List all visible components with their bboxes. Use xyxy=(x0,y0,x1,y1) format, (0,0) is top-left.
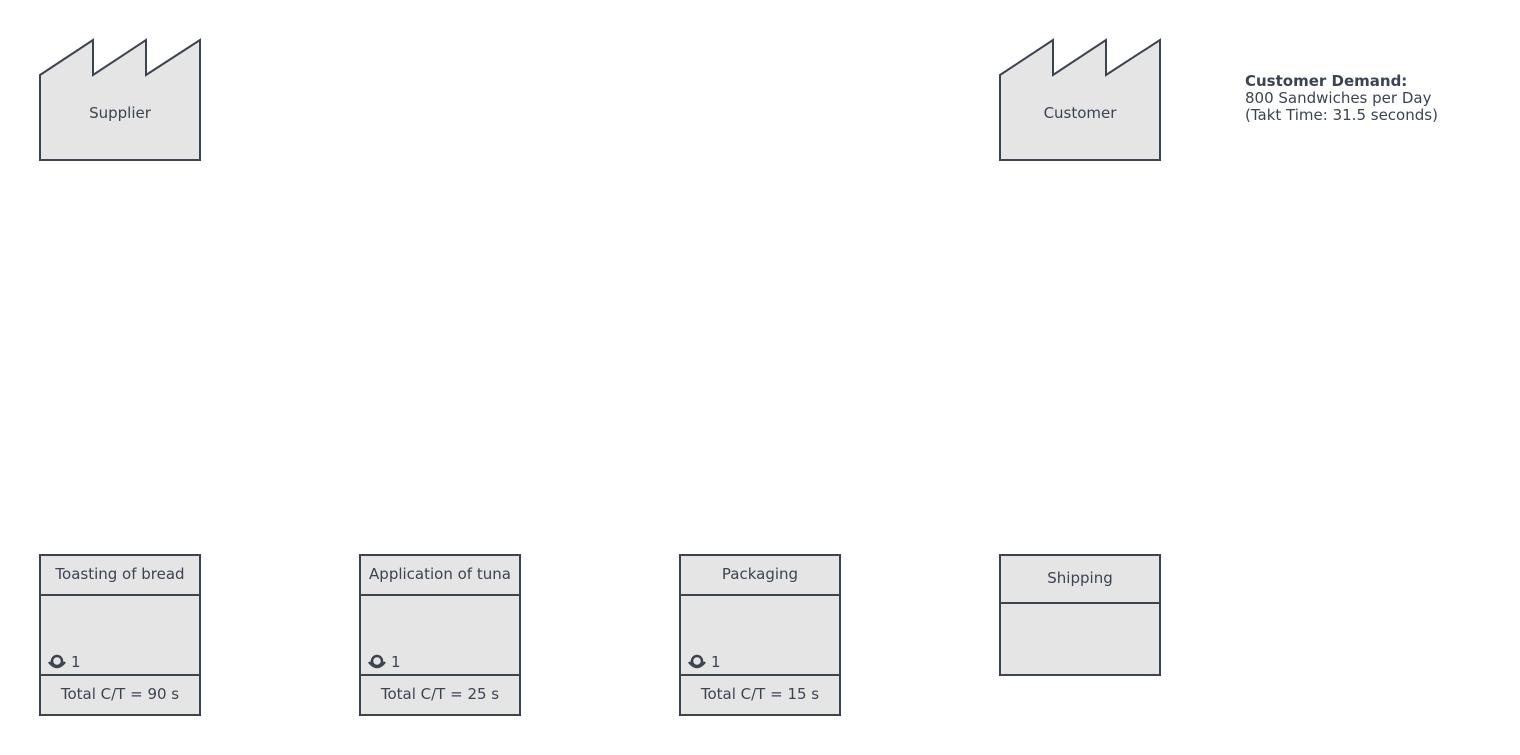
operator-count: 1 xyxy=(367,653,401,671)
operator-count: 1 xyxy=(687,653,721,671)
demand-quantity: 800 Sandwiches per Day xyxy=(1245,89,1432,107)
process-name: Packaging xyxy=(681,556,839,596)
operator-icon xyxy=(368,654,386,669)
factory-icon xyxy=(999,38,1161,161)
factory-icon xyxy=(39,38,201,161)
supplier-label: Supplier xyxy=(89,104,151,122)
customer-factory[interactable]: Customer xyxy=(998,38,1162,162)
operator-icon xyxy=(48,654,66,669)
operator-count: 1 xyxy=(47,653,81,671)
process-box[interactable]: Application of tuna 1 Total C/T = 25 s xyxy=(359,554,521,716)
process-name: Application of tuna xyxy=(361,556,519,596)
operator-value: 1 xyxy=(391,653,401,671)
operator-value: 1 xyxy=(71,653,81,671)
process-box[interactable]: Packaging 1 Total C/T = 15 s xyxy=(679,554,841,716)
customer-demand-note: Customer Demand: 800 Sandwiches per Day … xyxy=(1245,73,1438,124)
cycle-time: Total C/T = 15 s xyxy=(700,685,820,703)
demand-title: Customer Demand: xyxy=(1245,72,1408,90)
process-box[interactable]: Toasting of bread 1 Total C/T = 90 s xyxy=(39,554,201,716)
supplier-factory[interactable]: Supplier xyxy=(38,38,202,162)
operator-icon xyxy=(688,654,706,669)
process-name: Toasting of bread xyxy=(41,556,199,596)
cycle-time: Total C/T = 25 s xyxy=(380,685,500,703)
cycle-time: Total C/T = 90 s xyxy=(60,685,180,703)
customer-label: Customer xyxy=(1043,104,1117,122)
takt-time: (Takt Time: 31.5 seconds) xyxy=(1245,106,1438,124)
shipping-box[interactable]: Shipping xyxy=(999,554,1161,676)
shipping-label: Shipping xyxy=(1001,556,1159,604)
operator-value: 1 xyxy=(711,653,721,671)
